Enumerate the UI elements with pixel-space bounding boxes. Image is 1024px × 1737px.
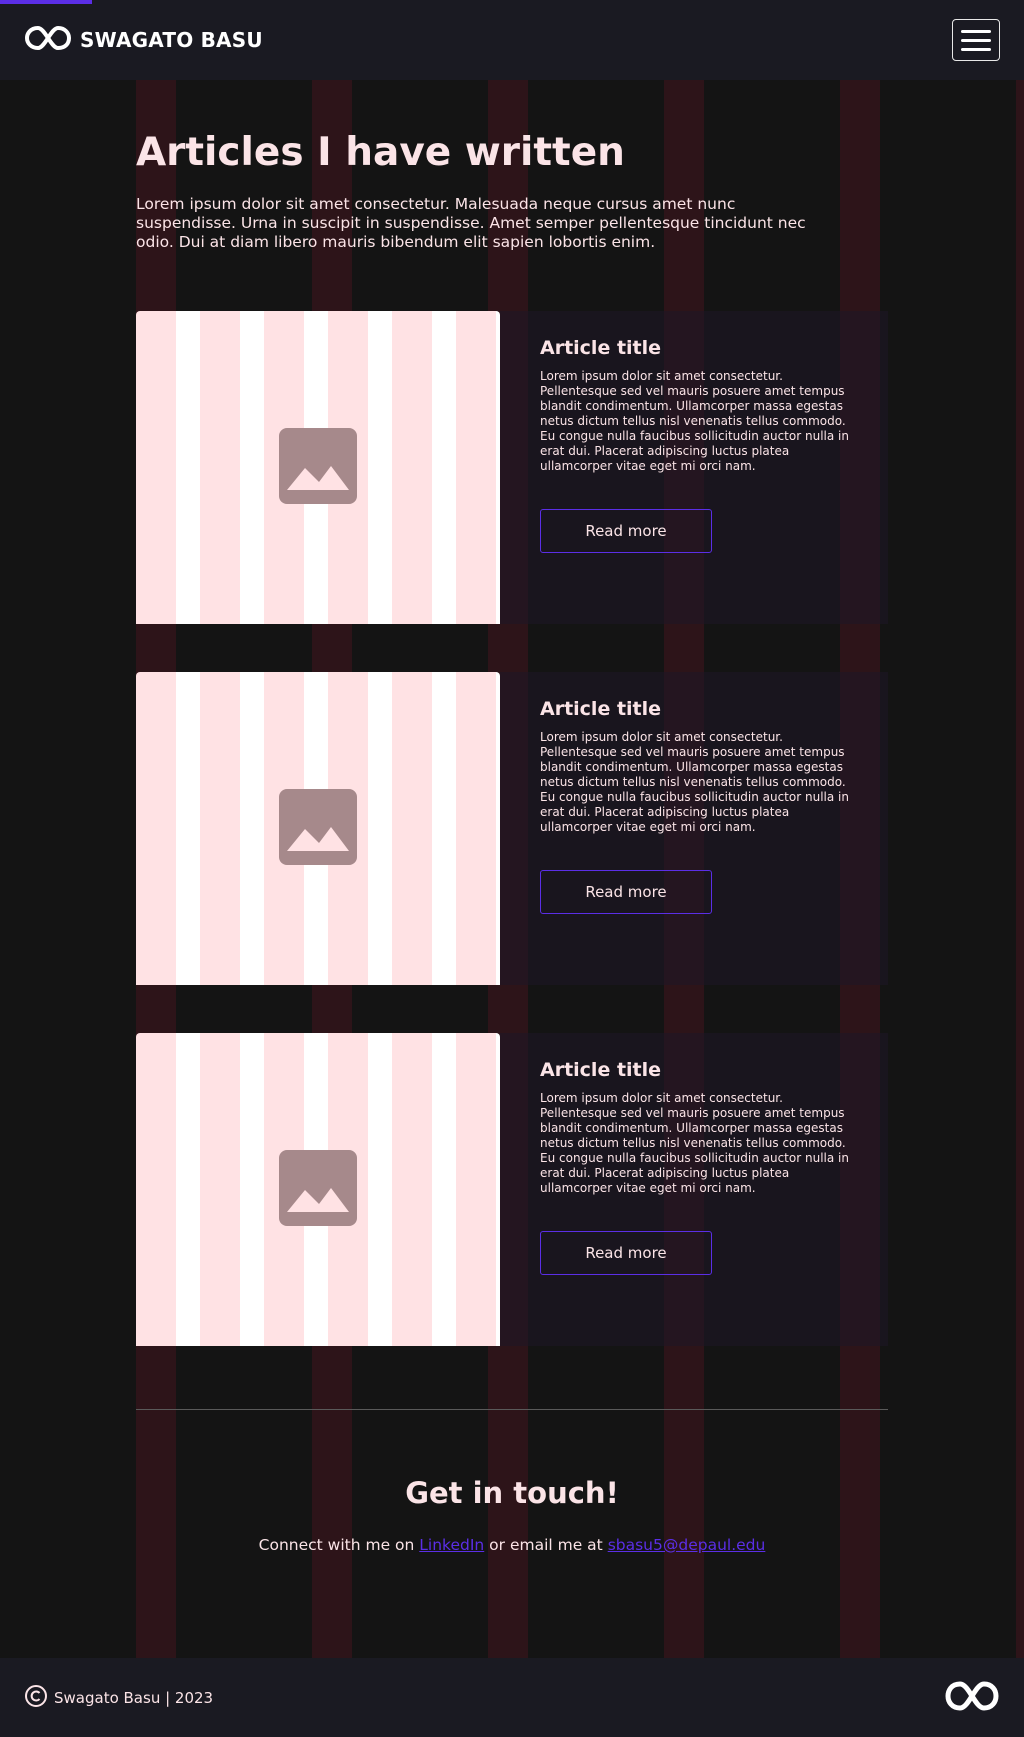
contact-title: Get in touch! [405, 1476, 619, 1510]
article-title: Article title [540, 337, 662, 359]
brand-name: SWAGATO BASU [80, 28, 263, 52]
main-content: Articles I have written Lorem ipsum dolo… [136, 80, 888, 1554]
infinity-logo-icon[interactable] [944, 1679, 1000, 1717]
article-text: Lorem ipsum dolor sit amet consectetur. … [540, 1091, 849, 1195]
article-text: Lorem ipsum dolor sit amet consectetur. … [540, 369, 849, 473]
brand[interactable]: SWAGATO BASU [24, 24, 263, 56]
infinity-logo-icon [24, 24, 72, 56]
copyright-text: Swagato Basu | 2023 [54, 1688, 214, 1707]
article-card: Article title Lorem ipsum dolor sit amet… [136, 672, 888, 985]
email-link[interactable]: sbasu5@depaul.edu [608, 1536, 766, 1554]
image-placeholder-icon [279, 1149, 357, 1230]
article-image [136, 672, 500, 985]
image-placeholder-icon [279, 427, 357, 508]
article-body: Article title Lorem ipsum dolor sit amet… [500, 672, 888, 985]
contact-line: Connect with me on LinkedIn or email me … [136, 1536, 888, 1554]
article-card: Article title Lorem ipsum dolor sit amet… [136, 1033, 888, 1346]
site-footer: Swagato Basu | 2023 [0, 1658, 1024, 1737]
image-placeholder-icon [279, 788, 357, 869]
article-text: Lorem ipsum dolor sit amet consectetur. … [540, 730, 849, 834]
article-body: Article title Lorem ipsum dolor sit amet… [500, 311, 888, 624]
article-card: Article title Lorem ipsum dolor sit amet… [136, 311, 888, 624]
article-title: Article title [540, 1059, 662, 1081]
page-title: Articles I have written [136, 130, 625, 175]
page-intro: Lorem ipsum dolor sit amet consectetur. … [136, 195, 806, 251]
article-image [136, 311, 500, 624]
copyright: Swagato Basu | 2023 [24, 1684, 213, 1712]
read-more-button[interactable]: Read more [540, 870, 712, 914]
article-body: Article title Lorem ipsum dolor sit amet… [500, 1033, 888, 1346]
hamburger-menu-icon[interactable] [952, 19, 1000, 61]
article-title: Article title [540, 698, 662, 720]
section-divider [136, 1409, 888, 1410]
copyright-icon [24, 1684, 48, 1712]
contact-middle: or email me at [484, 1536, 608, 1554]
article-image [136, 1033, 500, 1346]
read-more-button[interactable]: Read more [540, 509, 712, 553]
read-more-button[interactable]: Read more [540, 1231, 712, 1275]
site-header: SWAGATO BASU [0, 0, 1024, 80]
contact-prefix: Connect with me on [258, 1536, 420, 1554]
linkedin-link[interactable]: LinkedIn [419, 1536, 484, 1554]
scroll-progress-bar [0, 0, 92, 4]
